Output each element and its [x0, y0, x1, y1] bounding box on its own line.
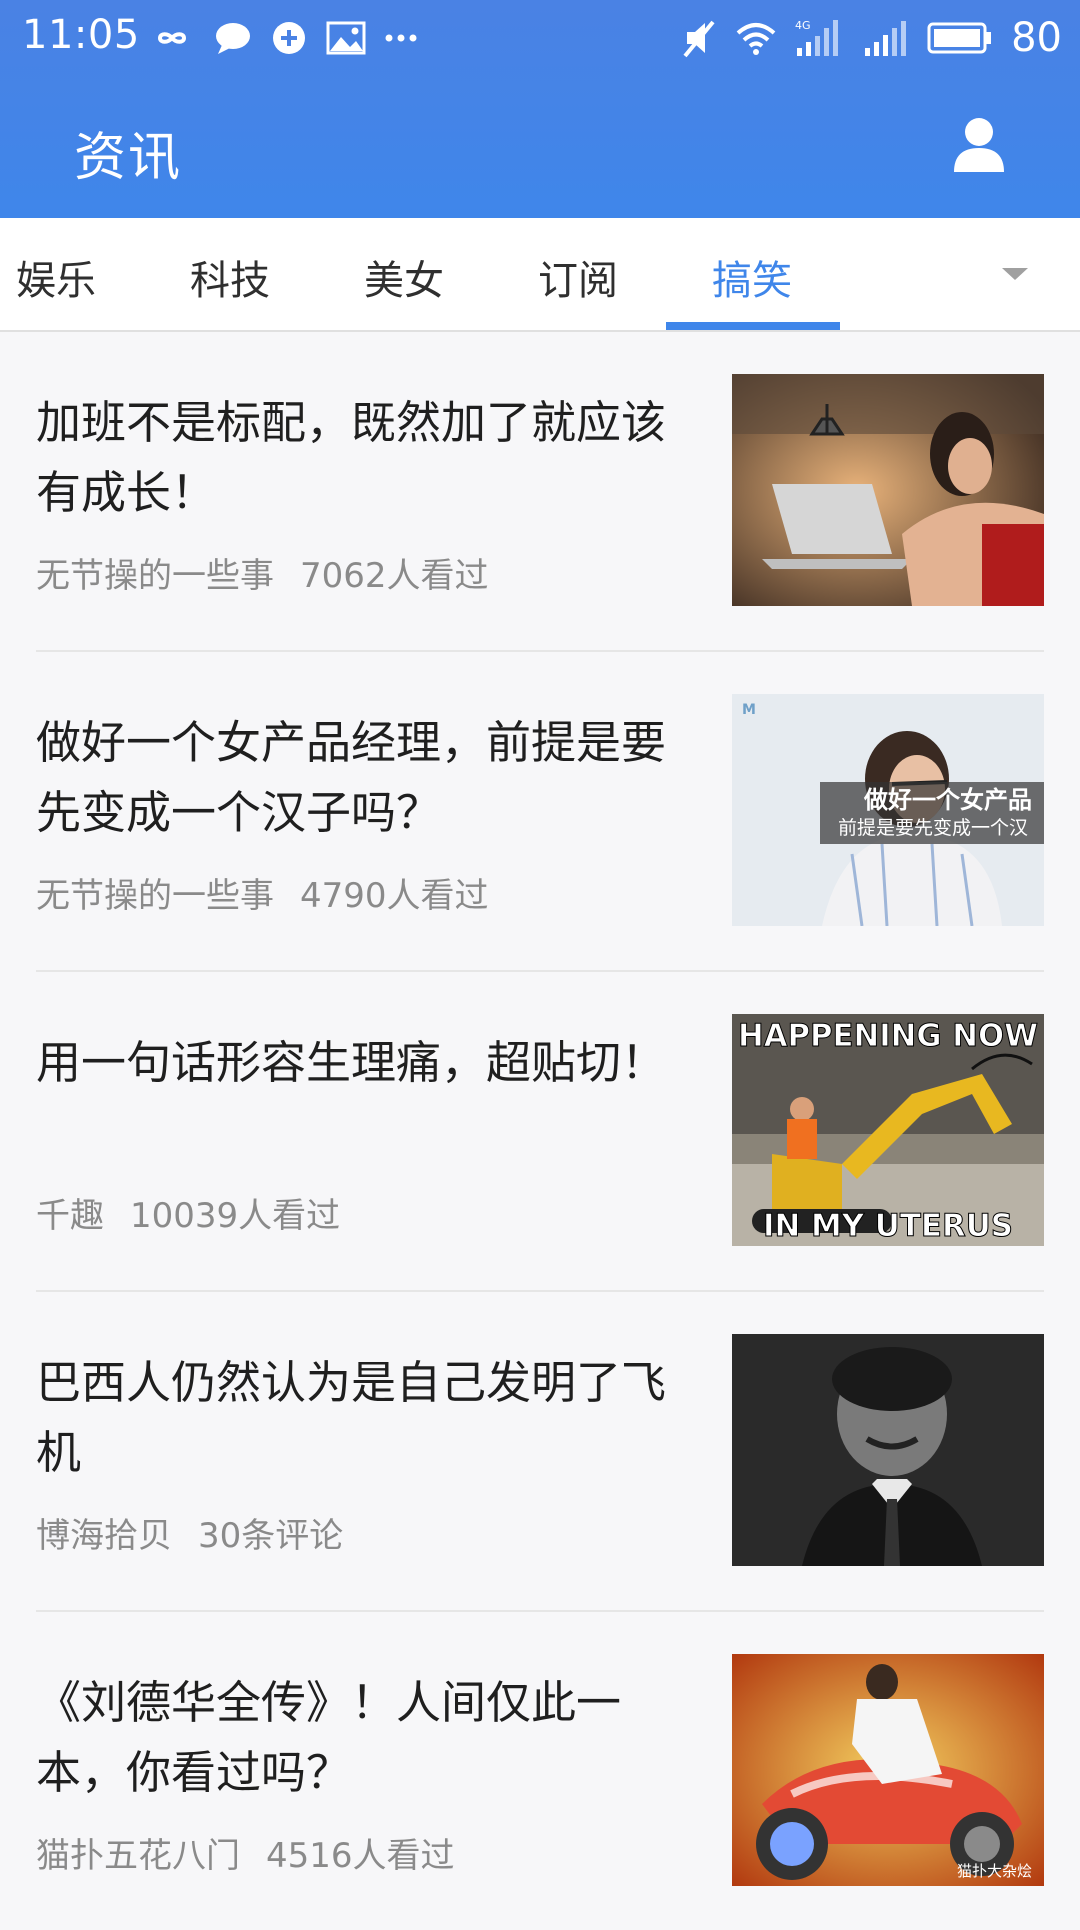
article-headline[interactable]: 用一句话形容生理痛，超贴切！	[36, 1028, 676, 1098]
article-meta: 博海拾贝 30条评论	[36, 1508, 343, 1557]
svg-text:4G: 4G	[795, 19, 811, 32]
article-headline[interactable]: 巴西人仍然认为是自己发明了飞机	[36, 1348, 676, 1488]
article-headline[interactable]: 《刘德华全传》！人间仅此一本，你看过吗？	[36, 1668, 676, 1808]
article-stat: 10039人看过	[130, 1196, 341, 1236]
tab-beauty[interactable]: 美女	[364, 248, 444, 304]
tab-subscribe[interactable]: 订阅	[538, 248, 618, 304]
list-item[interactable]: 巴西人仍然认为是自己发明了飞机 博海拾贝 30条评论	[36, 1292, 1044, 1612]
article-source: 博海拾贝	[36, 1516, 172, 1556]
sync-icon	[273, 22, 305, 54]
system-icons: 4G 80	[681, 14, 1062, 62]
article-headline[interactable]: 加班不是标配，既然加了就应该有成长！	[36, 388, 676, 528]
article-thumbnail[interactable]: HAPPENING NOW IN MY UTERUS	[732, 1014, 1044, 1246]
meme-top-text: HAPPENING NOW	[738, 1018, 1038, 1054]
article-source: 猫扑五花八门	[36, 1836, 240, 1876]
infinity-icon	[157, 32, 187, 44]
list-item[interactable]: 用一句话形容生理痛，超贴切！ 千趣 10039人看过 HAPPENING NOW …	[36, 972, 1044, 1292]
article-meta: 无节操的一些事 4790人看过	[36, 868, 489, 917]
article-thumbnail[interactable]	[732, 1334, 1044, 1566]
tab-tech[interactable]: 科技	[190, 248, 270, 304]
status-time: 11:05	[22, 12, 140, 58]
article-stat: 4516人看过	[266, 1836, 455, 1876]
chevron-down-icon[interactable]	[1000, 264, 1030, 284]
article-meta: 无节操的一些事 7062人看过	[36, 548, 489, 597]
category-tabs: 娱乐 科技 美女 订阅 搞笑 社	[0, 218, 1080, 332]
tab-fade	[840, 218, 1080, 328]
article-thumbnail[interactable]: 猫扑大杂烩	[732, 1654, 1044, 1886]
article-stat: 7062人看过	[300, 556, 489, 596]
thumbnail-watermark: 猫扑大杂烩	[957, 1862, 1032, 1880]
article-meta: 猫扑五花八门 4516人看过	[36, 1828, 455, 1877]
app-header: 11:05 4G 80 资讯	[0, 0, 1080, 218]
thumbnail-caption: 做好一个女产品	[863, 786, 1032, 814]
user-icon[interactable]	[952, 116, 1006, 174]
meme-bottom-text: IN MY UTERUS	[763, 1208, 1013, 1244]
list-item[interactable]: 加班不是标配，既然加了就应该有成长！ 无节操的一些事 7062人看过	[36, 332, 1044, 652]
tab-funny[interactable]: 搞笑	[712, 248, 792, 304]
article-headline[interactable]: 做好一个女产品经理，前提是要先变成一个汉子吗？	[36, 708, 676, 848]
battery-icon	[927, 22, 992, 54]
list-item[interactable]: 《刘德华全传》！人间仅此一本，你看过吗？ 猫扑五花八门 4516人看过 猫扑大杂烩	[36, 1612, 1044, 1930]
article-thumbnail[interactable]: M 做好一个女产品 前提是要先变成一个汉	[732, 694, 1044, 926]
list-item[interactable]: 做好一个女产品经理，前提是要先变成一个汉子吗？ 无节操的一些事 4790人看过 M…	[36, 652, 1044, 972]
article-thumbnail[interactable]	[732, 374, 1044, 606]
page-title: 资讯	[74, 128, 183, 188]
article-source: 千趣	[36, 1196, 104, 1236]
signal-icon	[865, 21, 907, 56]
signal-4g-icon: 4G	[795, 19, 839, 56]
more-icon	[385, 34, 417, 42]
article-stat: 30条评论	[198, 1516, 344, 1556]
article-source: 无节操的一些事	[36, 556, 274, 596]
active-tab-indicator	[666, 322, 840, 330]
wifi-icon	[736, 23, 776, 55]
chat-bubble-icon	[216, 23, 250, 54]
svg-text:M: M	[742, 702, 756, 718]
mute-icon	[683, 20, 715, 58]
article-meta: 千趣 10039人看过	[36, 1188, 340, 1237]
battery-level: 80	[1011, 15, 1062, 61]
tab-entertainment[interactable]: 娱乐	[16, 248, 96, 304]
image-icon	[326, 21, 366, 55]
article-source: 无节操的一些事	[36, 876, 274, 916]
notification-icons	[148, 14, 418, 62]
article-stat: 4790人看过	[300, 876, 489, 916]
thumbnail-subcaption: 前提是要先变成一个汉	[838, 817, 1028, 839]
status-bar: 11:05 4G 80	[0, 0, 1080, 76]
